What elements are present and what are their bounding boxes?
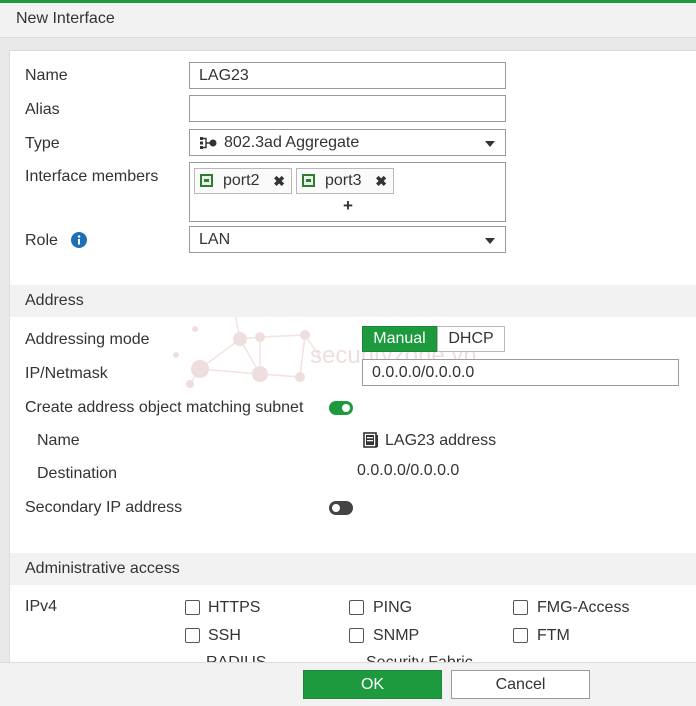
member-label: port2: [223, 172, 260, 189]
member-chip-port3: port3 ✖: [296, 168, 394, 194]
address-section-header: Address: [10, 285, 696, 317]
type-label: Type: [25, 135, 60, 152]
toggle-knob: [332, 504, 340, 512]
secondary-ip-label: Secondary IP address: [25, 499, 183, 516]
ftm-label: FTM: [537, 627, 570, 644]
https-checkbox[interactable]: [185, 600, 200, 615]
port-icon: [302, 174, 315, 187]
ping-label: PING: [373, 599, 413, 616]
addressing-mode-label: Addressing mode: [25, 331, 150, 348]
snmp-label: SNMP: [373, 627, 420, 644]
type-value: 802.3ad Aggregate: [224, 134, 360, 151]
destination-label: Destination: [37, 465, 118, 482]
name-input[interactable]: LAG23: [189, 62, 506, 89]
type-select[interactable]: 802.3ad Aggregate: [189, 129, 506, 156]
ipmask-input[interactable]: 0.0.0.0/0.0.0.0: [362, 359, 679, 386]
create-object-toggle[interactable]: [329, 401, 353, 415]
chevron-down-icon: [485, 141, 495, 147]
dialog-titlebar: New Interface: [0, 3, 696, 38]
chevron-down-icon: [485, 238, 495, 244]
mode-manual-button[interactable]: Manual: [362, 326, 437, 352]
role-value: LAN: [199, 231, 231, 248]
port-icon: [200, 174, 213, 187]
toggle-knob: [342, 404, 350, 412]
object-name-label: Name: [37, 432, 80, 449]
alias-label: Alias: [25, 101, 60, 118]
members-label: Interface members: [25, 168, 159, 185]
ftm-checkbox[interactable]: [513, 628, 528, 643]
fmg-access-checkbox[interactable]: [513, 600, 528, 615]
https-label: HTTPS: [208, 599, 261, 616]
fmg-access-label: FMG-Access: [537, 599, 630, 616]
dialog-title: New Interface: [16, 10, 115, 27]
ssh-checkbox[interactable]: [185, 628, 200, 643]
role-select[interactable]: LAN: [189, 226, 506, 253]
form-panel: securityzone.vn Name LAG23 Alias Type 80…: [9, 50, 696, 664]
ping-checkbox[interactable]: [349, 600, 364, 615]
destination-value: 0.0.0.0/0.0.0.0: [357, 462, 460, 479]
member-chip-port2: port2 ✖: [194, 168, 292, 194]
member-label: port3: [325, 172, 362, 189]
remove-icon[interactable]: ✖: [273, 169, 285, 193]
cancel-button[interactable]: Cancel: [451, 670, 590, 699]
role-label: Role: [25, 232, 58, 249]
ipmask-label: IP/Netmask: [25, 365, 108, 382]
ipv4-label: IPv4: [25, 598, 58, 615]
snmp-checkbox[interactable]: [349, 628, 364, 643]
address-header: Address: [25, 292, 84, 309]
dialog-button-bar: OK Cancel: [0, 662, 696, 706]
admin-access-header: Administrative access: [25, 560, 180, 577]
info-icon[interactable]: [71, 232, 87, 248]
aggregate-icon: [200, 137, 217, 149]
remove-icon[interactable]: ✖: [375, 169, 387, 193]
name-label: Name: [25, 67, 68, 84]
add-member-button[interactable]: +: [343, 196, 353, 216]
members-field[interactable]: port2 ✖ port3 ✖ +: [189, 162, 506, 222]
create-object-label: Create address object matching subnet: [25, 399, 304, 416]
ok-button[interactable]: OK: [303, 670, 442, 699]
object-name-value: LAG23 address: [385, 432, 497, 449]
alias-input[interactable]: [189, 95, 506, 122]
admin-access-section-header: Administrative access: [10, 553, 696, 585]
secondary-ip-toggle[interactable]: [329, 501, 353, 515]
address-object-icon: [363, 432, 378, 448]
ssh-label: SSH: [208, 627, 241, 644]
mode-dhcp-button[interactable]: DHCP: [437, 326, 505, 352]
